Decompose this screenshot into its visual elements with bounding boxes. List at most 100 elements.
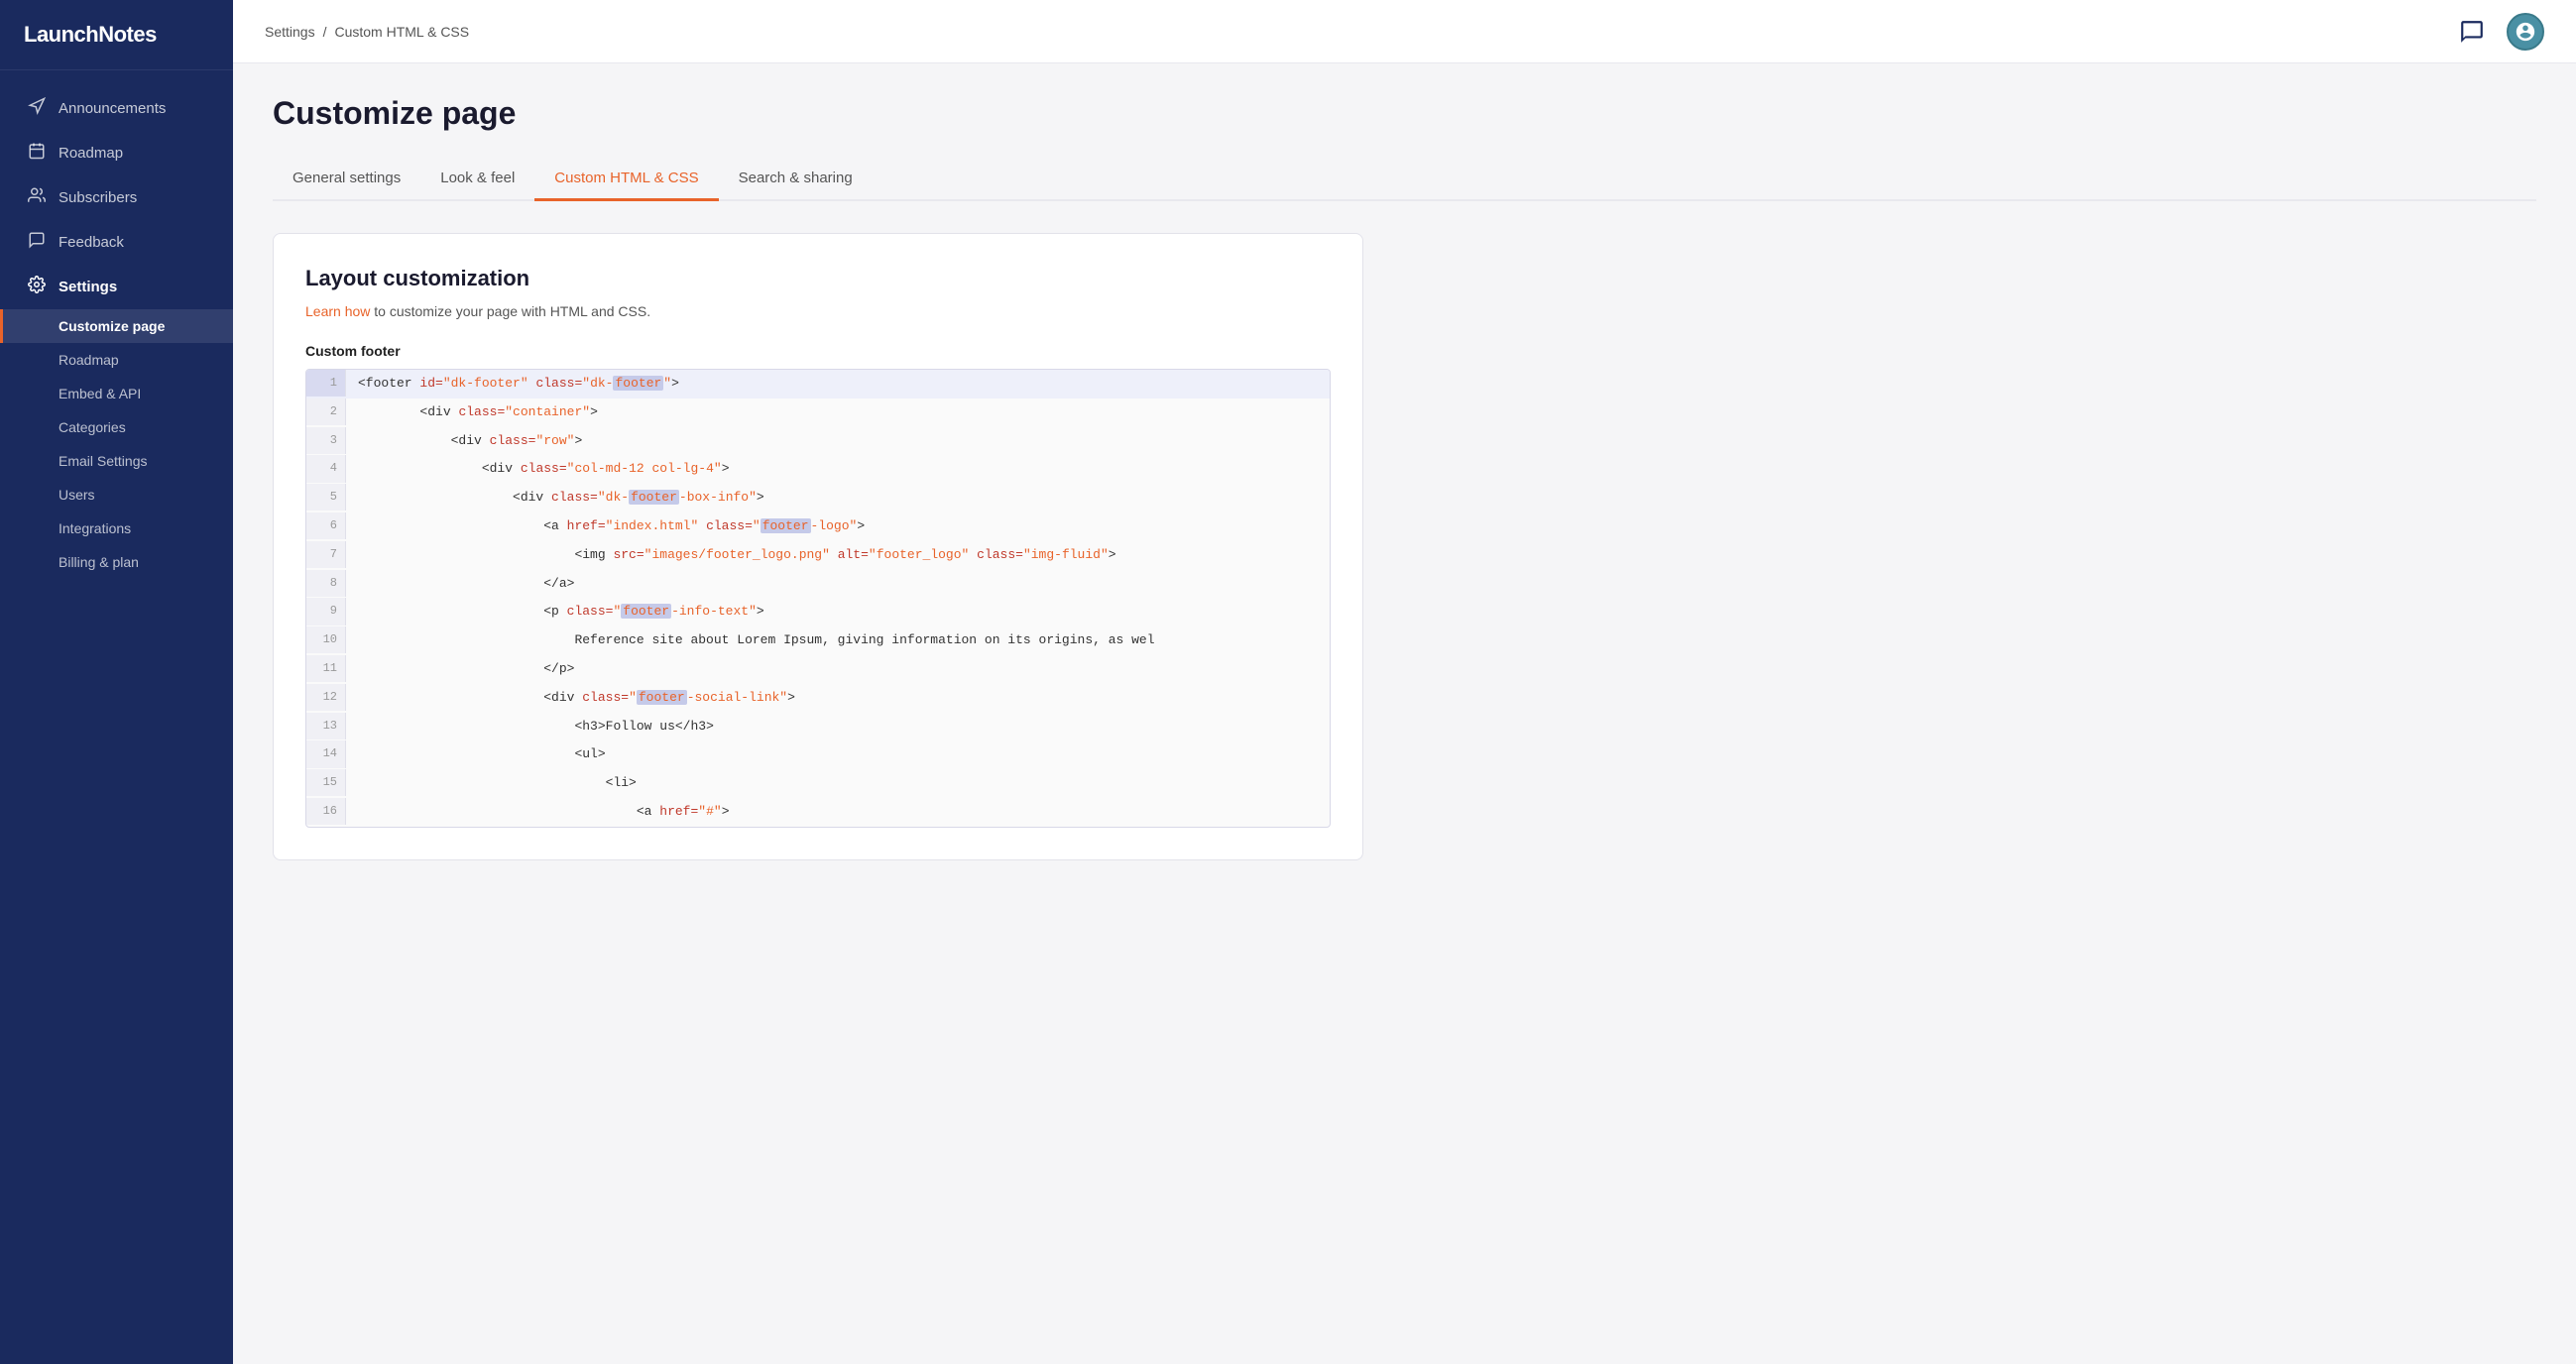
tab-look[interactable]: Look & feel [420,160,534,201]
breadcrumb-root: Settings [265,24,315,40]
users-label: Users [59,487,95,503]
embed-api-label: Embed & API [59,386,141,401]
code-line-15: 15 <li> [306,769,1330,798]
tab-search[interactable]: Search & sharing [719,160,873,201]
subnav-categories[interactable]: Categories [0,410,233,444]
announcements-label: Announcements [59,100,166,117]
categories-label: Categories [59,419,126,435]
card-title: Layout customization [305,266,1331,291]
subnav-embed-api[interactable]: Embed & API [0,377,233,410]
roadmap-icon [27,142,47,165]
line-num-2: 2 [306,398,346,425]
subscribers-label: Subscribers [59,189,137,206]
subnav-billing[interactable]: Billing & plan [0,545,233,579]
main-area: Settings / Custom HTML & CSS Customize p… [233,0,2576,1364]
roadmap-sub-label: Roadmap [59,352,119,368]
tab-general[interactable]: General settings [273,160,420,201]
subnav-roadmap[interactable]: Roadmap [0,343,233,377]
code-line-9: 9 <p class="footer-info-text"> [306,598,1330,626]
code-content-2: <div class="container"> [346,398,1330,427]
sidebar-item-subscribers[interactable]: Subscribers [0,175,233,220]
code-content-4: <div class="col-md-12 col-lg-4"> [346,455,1330,484]
page-header: Settings / Custom HTML & CSS [233,0,2576,63]
integrations-label: Integrations [59,520,131,536]
sidebar-item-settings[interactable]: Settings [0,265,233,309]
sidebar-nav: Announcements Roadmap Subscribers Feedba… [0,70,233,1364]
code-content-10: Reference site about Lorem Ipsum, giving… [346,626,1330,655]
announcements-icon [27,97,47,120]
subnav-email-settings[interactable]: Email Settings [0,444,233,478]
roadmap-label: Roadmap [59,145,123,162]
chat-button[interactable] [2453,13,2491,51]
tab-custom-html[interactable]: Custom HTML & CSS [534,160,718,201]
sidebar-logo[interactable]: LaunchNotes [0,0,233,70]
settings-label: Settings [59,279,117,295]
code-line-2: 2 <div class="container"> [306,398,1330,427]
line-num-14: 14 [306,740,346,767]
line-num-12: 12 [306,684,346,711]
code-content-7: <img src="images/footer_logo.png" alt="f… [346,541,1330,570]
feedback-icon [27,231,47,254]
code-content-11: </p> [346,655,1330,684]
subnav-customize-page[interactable]: Customize page [0,309,233,343]
sidebar-item-announcements[interactable]: Announcements [0,86,233,131]
code-content-13: <h3>Follow us</h3> [346,713,1330,741]
code-line-7: 7 <img src="images/footer_logo.png" alt=… [306,541,1330,570]
learn-how-link[interactable]: Learn how [305,303,370,319]
page-content: Customize page General settings Look & f… [233,63,2576,1364]
line-num-4: 4 [306,455,346,482]
line-num-11: 11 [306,655,346,682]
learn-how-text: Learn how to customize your page with HT… [305,303,1331,319]
code-editor[interactable]: 1 <footer id="dk-footer" class="dk-foote… [305,369,1331,828]
code-line-5: 5 <div class="dk-footer-box-info"> [306,484,1330,512]
page-title: Customize page [273,95,2536,132]
custom-footer-label: Custom footer [305,343,1331,359]
line-num-5: 5 [306,484,346,511]
line-num-3: 3 [306,427,346,454]
line-num-7: 7 [306,541,346,568]
subnav-integrations[interactable]: Integrations [0,512,233,545]
sidebar-item-roadmap[interactable]: Roadmap [0,131,233,175]
code-content-16: <a href="#"> [346,798,1330,827]
subnav-users[interactable]: Users [0,478,233,512]
code-line-6: 6 <a href="index.html" class="footer-log… [306,512,1330,541]
sidebar-item-feedback[interactable]: Feedback [0,220,233,265]
code-line-4: 4 <div class="col-md-12 col-lg-4"> [306,455,1330,484]
code-line-12: 12 <div class="footer-social-link"> [306,684,1330,713]
feedback-label: Feedback [59,234,124,251]
code-content-3: <div class="row"> [346,427,1330,456]
code-content-14: <ul> [346,740,1330,769]
code-line-14: 14 <ul> [306,740,1330,769]
code-line-8: 8 </a> [306,570,1330,599]
page-tabs: General settings Look & feel Custom HTML… [273,160,2536,201]
line-num-9: 9 [306,598,346,625]
layout-customization-card: Layout customization Learn how to custom… [273,233,1363,860]
code-line-13: 13 <h3>Follow us</h3> [306,713,1330,741]
breadcrumb-sep: / [323,24,327,40]
customize-page-label: Customize page [59,318,165,334]
code-content-1: <footer id="dk-footer" class="dk-footer"… [346,370,1330,398]
line-num-8: 8 [306,570,346,597]
code-content-9: <p class="footer-info-text"> [346,598,1330,626]
line-num-10: 10 [306,626,346,653]
settings-icon [27,276,47,298]
subscribers-icon [27,186,47,209]
code-line-16: 16 <a href="#"> [306,798,1330,827]
code-line-10: 10 Reference site about Lorem Ipsum, giv… [306,626,1330,655]
code-content-6: <a href="index.html" class="footer-logo"… [346,512,1330,541]
sidebar: LaunchNotes Announcements Roadmap Subscr… [0,0,233,1364]
code-content-15: <li> [346,769,1330,798]
email-settings-label: Email Settings [59,453,147,469]
billing-label: Billing & plan [59,554,139,570]
code-line-3: 3 <div class="row"> [306,427,1330,456]
code-line-1: 1 <footer id="dk-footer" class="dk-foote… [306,370,1330,398]
line-num-16: 16 [306,798,346,825]
line-num-6: 6 [306,512,346,539]
line-num-1: 1 [306,370,346,397]
line-num-15: 15 [306,769,346,796]
header-actions [2453,13,2544,51]
user-avatar[interactable] [2507,13,2544,51]
breadcrumb: Settings / Custom HTML & CSS [265,24,469,40]
code-line-11: 11 </p> [306,655,1330,684]
line-num-13: 13 [306,713,346,739]
